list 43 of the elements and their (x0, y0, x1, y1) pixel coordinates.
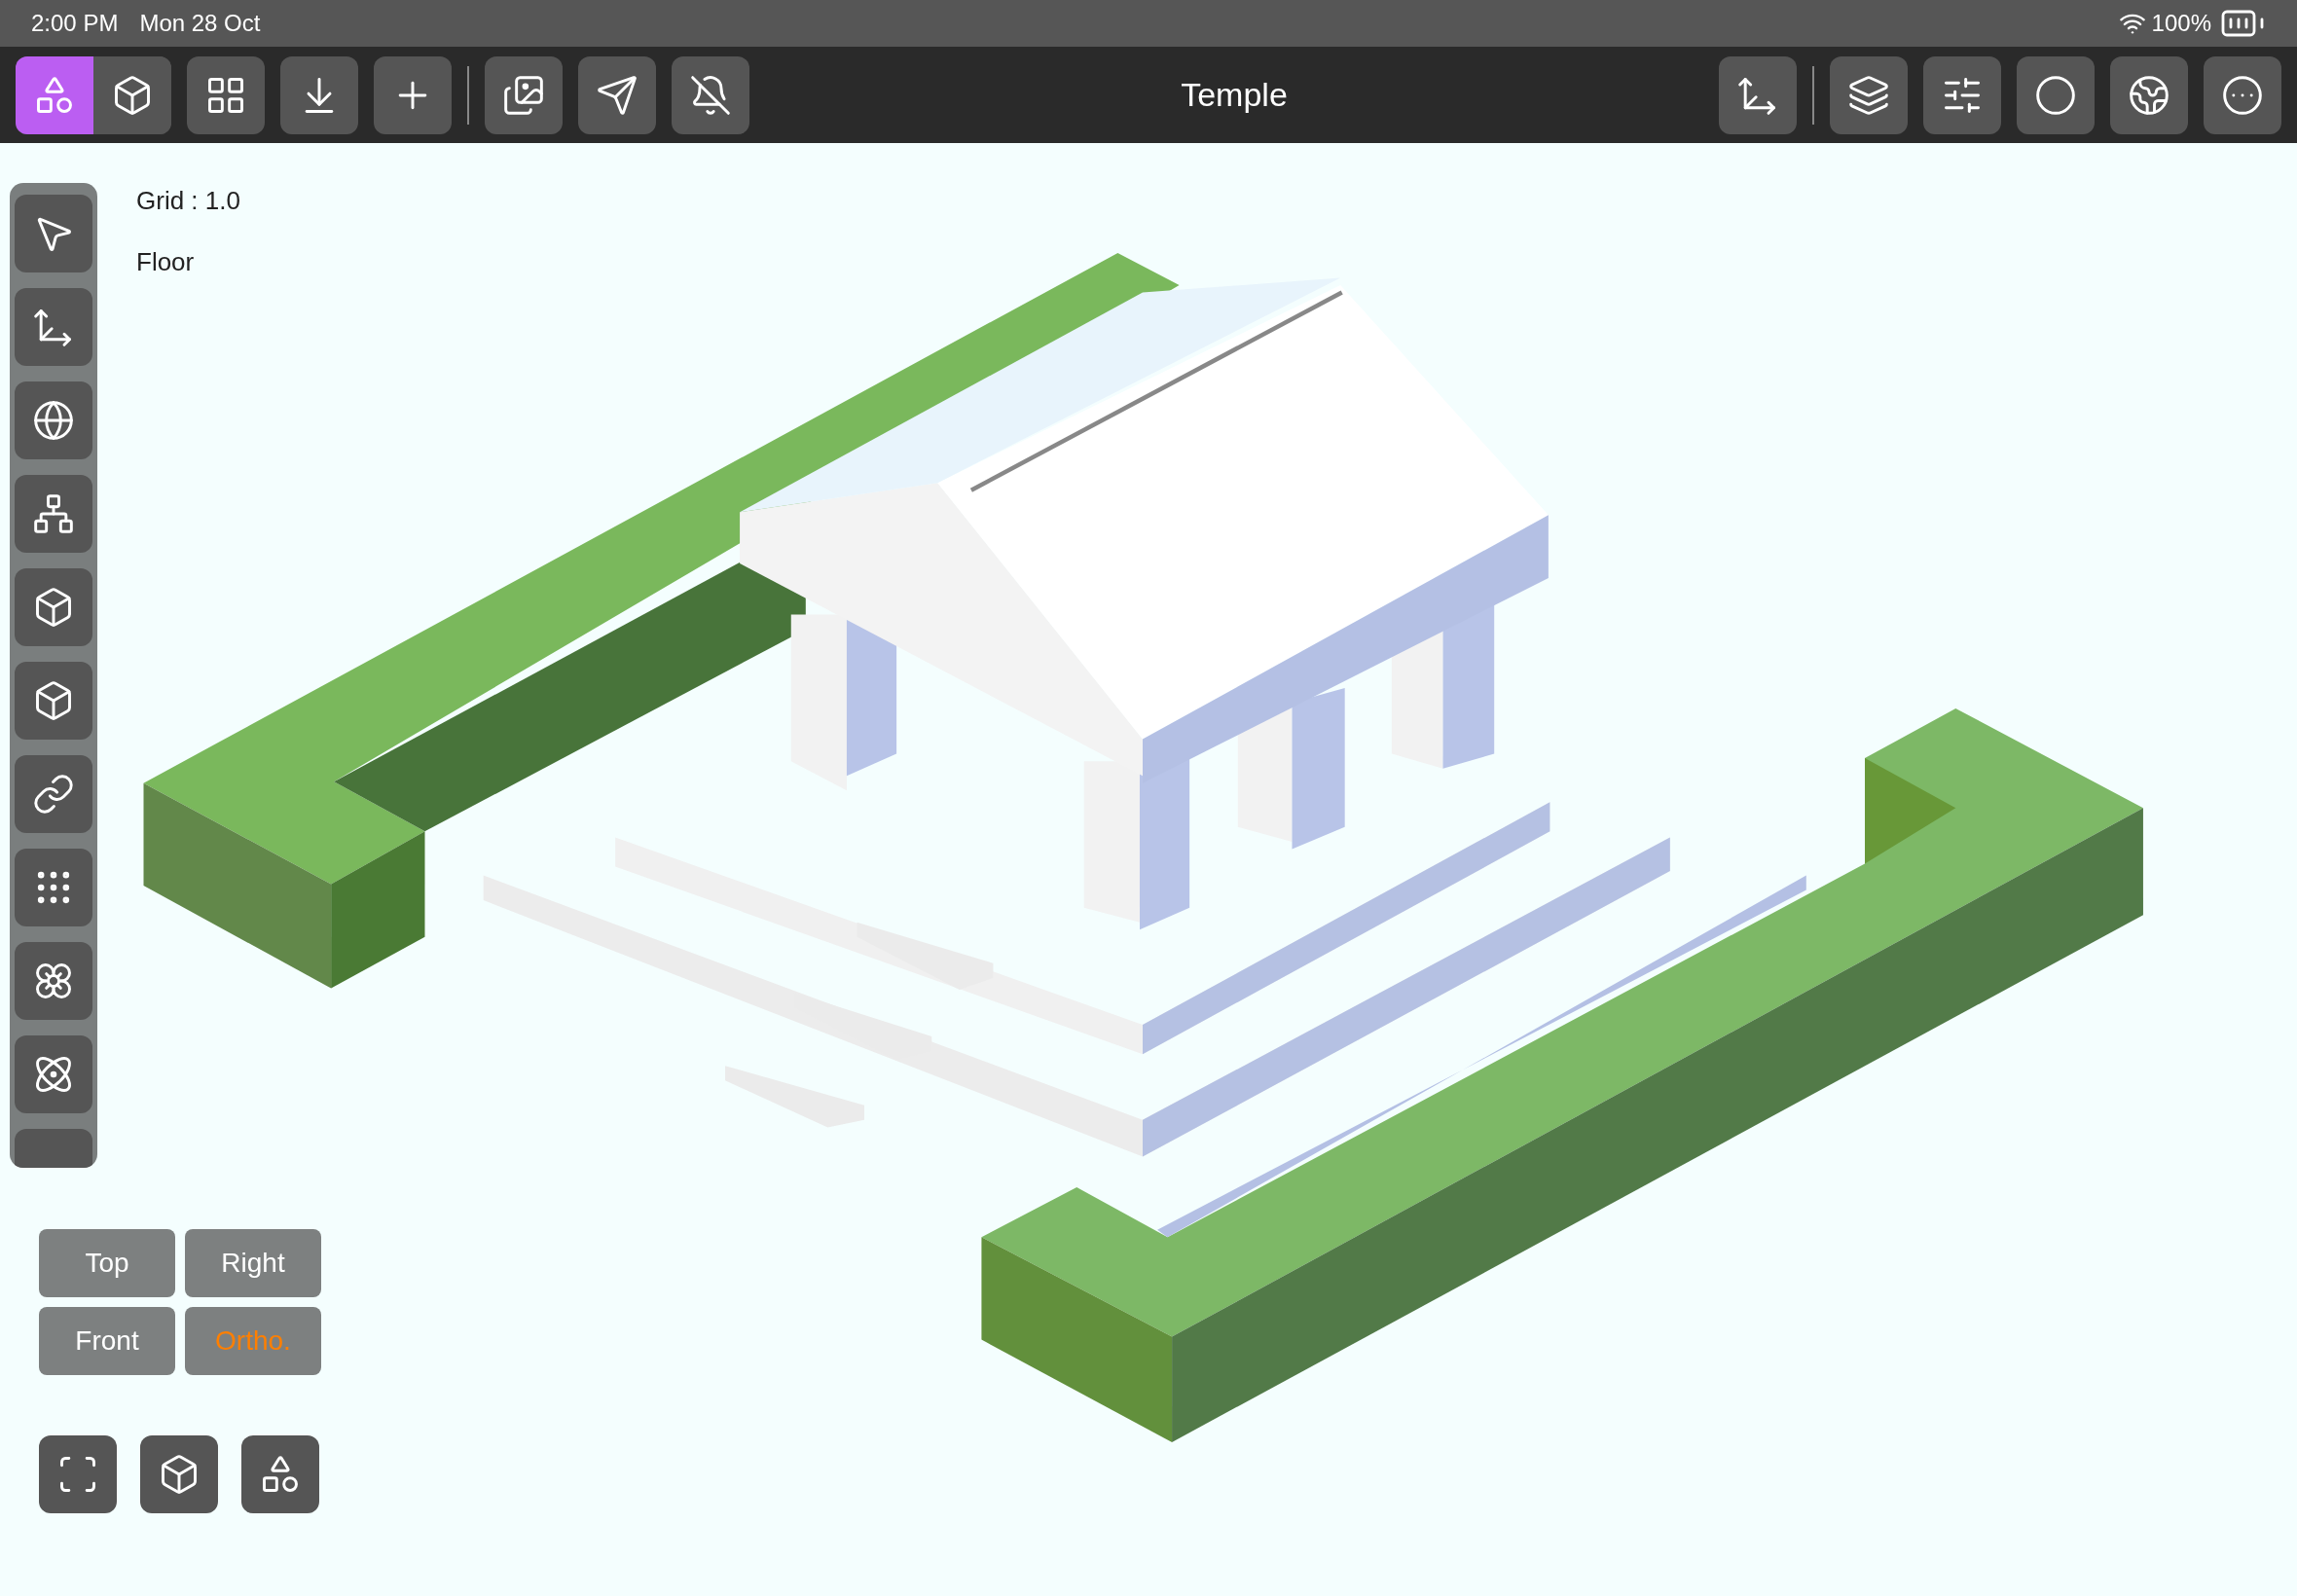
add-button[interactable] (374, 55, 452, 134)
more-button[interactable] (2204, 55, 2281, 134)
document-title: Temple (1181, 75, 1288, 115)
layers-icon (1847, 73, 1890, 117)
link-button[interactable] (15, 755, 92, 833)
send-button[interactable] (578, 55, 656, 134)
download-button[interactable] (280, 55, 358, 134)
bell-icon (689, 73, 732, 117)
globe-icon (2128, 73, 2170, 117)
view-button[interactable]: Top (39, 1229, 175, 1297)
layer-label: Floor (136, 246, 196, 278)
layers-button[interactable] (1830, 55, 1908, 134)
globe-button[interactable] (15, 381, 92, 459)
globe-icon (32, 399, 75, 442)
settings-button[interactable] (1923, 55, 2001, 134)
gallery-icon (502, 73, 545, 117)
box-outline-button[interactable] (15, 662, 92, 740)
flower-button[interactable] (15, 942, 92, 1020)
link-icon (32, 773, 75, 816)
grid-button[interactable] (187, 55, 265, 134)
battery-percent: 100% (2151, 9, 2211, 38)
atom-button[interactable] (15, 1035, 92, 1113)
pointer-button[interactable] (15, 195, 92, 272)
more-icon (2221, 73, 2264, 117)
dot-grid-button[interactable] (15, 849, 92, 926)
status-date: Mon 28 Oct (139, 9, 261, 38)
view-button[interactable]: Right (185, 1229, 321, 1297)
send-icon (596, 73, 638, 117)
status-time: 2:00 PM (31, 9, 119, 38)
transform-button[interactable] (1719, 55, 1797, 134)
bell-button[interactable] (672, 55, 749, 134)
network-icon (32, 492, 75, 535)
frame-box-button[interactable] (140, 1435, 218, 1513)
move-axes-button[interactable] (15, 288, 92, 366)
frame-selection-button[interactable] (39, 1435, 117, 1513)
gallery-button[interactable] (485, 55, 563, 134)
globe-button[interactable] (2110, 55, 2188, 134)
frame-all-button[interactable] (241, 1435, 319, 1513)
box-button[interactable] (15, 568, 92, 646)
network-button[interactable] (15, 475, 92, 553)
view-button[interactable]: Front (39, 1307, 175, 1375)
grid-label: Grid : 1.0 (136, 185, 240, 217)
mode-tab[interactable] (16, 55, 93, 134)
